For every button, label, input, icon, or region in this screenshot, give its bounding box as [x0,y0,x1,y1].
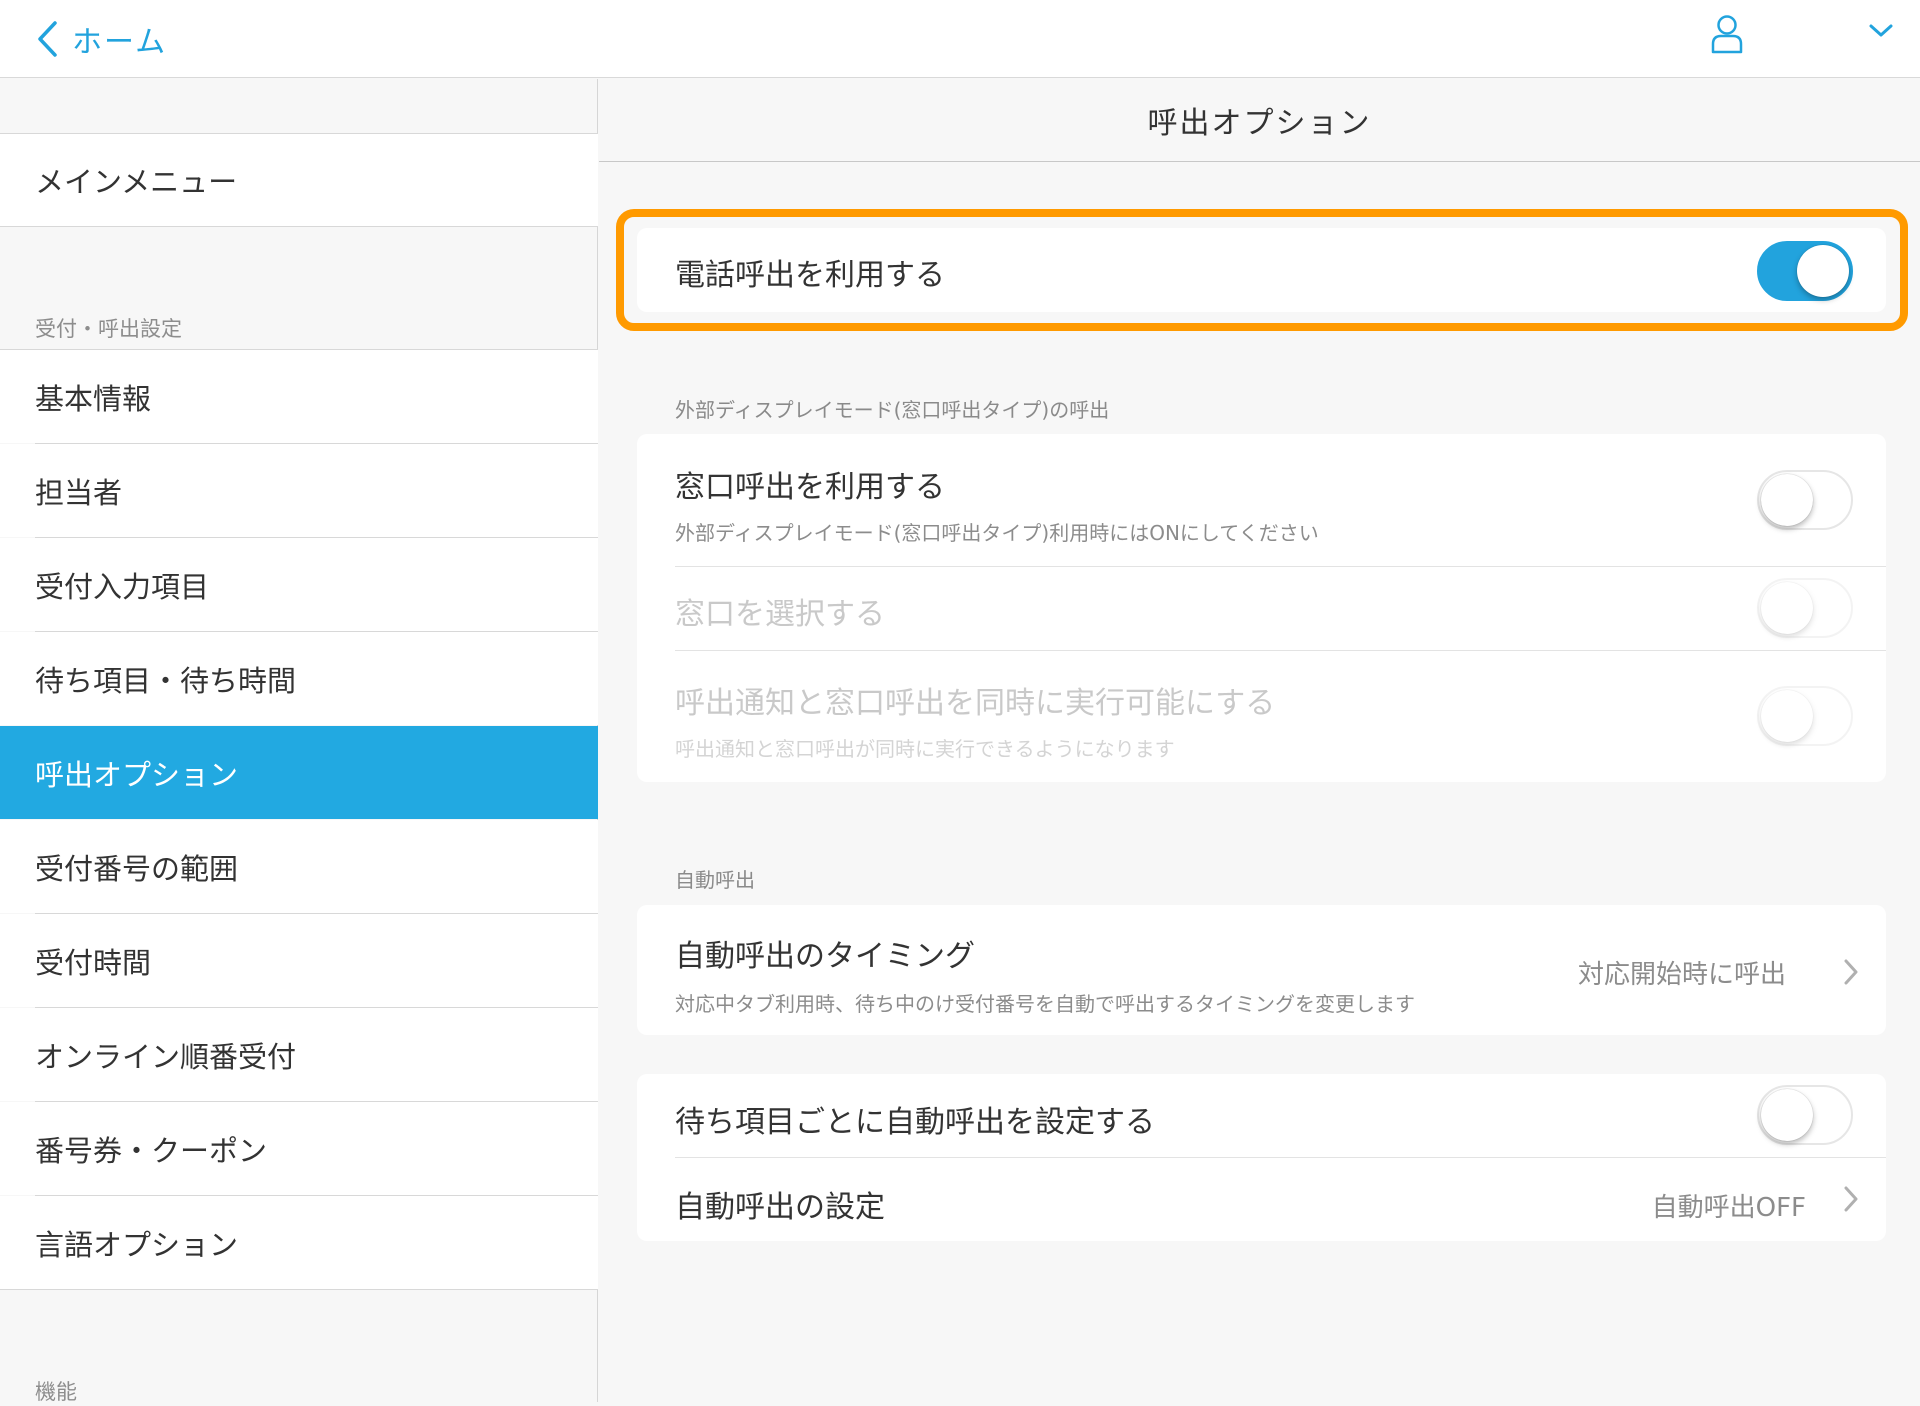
external-display-card: 窓口呼出を利用する 外部ディスプレイモード(窓口呼出タイプ)利用時にはONにして… [637,434,1886,782]
section-header-external-display: 外部ディスプレイモード(窓口呼出タイプ)の呼出 [675,398,1110,422]
page-title: 呼出オプション [1147,106,1372,141]
counter-call-label: 窓口呼出を利用する [675,470,945,505]
sidebar-item-input-fields[interactable]: 受付入力項目 [0,538,598,631]
back-label: ホーム [72,25,168,60]
phone-call-row: 電話呼出を利用する [637,228,1886,312]
chevron-right-icon [1843,959,1859,989]
sidebar-item-online-reception[interactable]: オンライン順番受付 [0,1008,598,1101]
auto-call-timing-description: 対応中タブ利用時、待ち中のけ受付番号を自動で呼出するタイミングを変更します [675,992,1415,1016]
sidebar-item-tickets-coupons[interactable]: 番号券・クーポン [0,1102,598,1195]
simultaneous-call-toggle[interactable] [1757,686,1853,746]
auto-call-settings-card: 待ち項目ごとに自動呼出を設定する 自動呼出の設定 自動呼出OFF [637,1074,1886,1241]
per-item-auto-call-toggle[interactable] [1757,1085,1853,1145]
per-item-auto-call-label: 待ち項目ごとに自動呼出を設定する [675,1105,1155,1140]
sidebar-item-label: 呼出オプション [35,757,239,792]
back-button[interactable]: ホーム [36,10,167,68]
simultaneous-call-label: 呼出通知と窓口呼出を同時に実行可能にする [675,686,1276,721]
counter-call-toggle[interactable] [1757,470,1853,530]
simultaneous-call-description: 呼出通知と窓口呼出が同時に実行できるようになります [675,737,1175,761]
sidebar-item-call-options[interactable]: 呼出オプション [0,726,598,819]
sidebar-item-wait-items[interactable]: 待ち項目・待ち時間 [0,632,598,725]
sidebar-item-label: 受付入力項目 [35,569,210,604]
counter-call-description: 外部ディスプレイモード(窓口呼出タイプ)利用時にはONにしてください [675,521,1319,545]
chevron-down-icon[interactable] [1868,22,1894,44]
chevron-left-icon [36,21,58,57]
sidebar-item-language-options[interactable]: 言語オプション [0,1196,598,1289]
sidebar-item-reception-hours[interactable]: 受付時間 [0,914,598,1007]
sidebar-item-label: オンライン順番受付 [35,1039,297,1074]
auto-call-timing-row[interactable]: 自動呼出のタイミング 対応中タブ利用時、待ち中のけ受付番号を自動で呼出するタイミ… [637,905,1886,1035]
sidebar-item-label: 基本情報 [35,381,152,416]
divider [675,566,1886,567]
user-icon[interactable] [1710,14,1744,58]
sidebar-item-label: 受付時間 [35,945,152,980]
main-header: 呼出オプション [599,79,1920,162]
auto-call-settings-row[interactable]: 自動呼出の設定 自動呼出OFF [637,1158,1886,1241]
divider [675,650,1886,651]
sidebar-item-number-range[interactable]: 受付番号の範囲 [0,820,598,913]
section-header-auto-call: 自動呼出 [675,868,755,892]
top-bar: ホーム [0,0,1920,78]
toggle-knob [1761,582,1813,634]
select-counter-label: 窓口を選択する [675,597,885,632]
phone-call-label: 電話呼出を利用する [675,258,945,293]
auto-call-timing-value: 対応開始時に呼出 [1577,960,1786,990]
toggle-knob [1797,245,1849,297]
auto-call-settings-value: 自動呼出OFF [1651,1193,1806,1223]
select-counter-toggle[interactable] [1757,578,1853,638]
toggle-knob [1761,474,1813,526]
sidebar-item-label: 番号券・クーポン [35,1133,268,1168]
sidebar-item-label: メインメニュー [35,165,238,199]
sidebar-item-label: 担当者 [35,475,123,510]
divider [0,1289,598,1290]
sidebar-item-label: 言語オプション [35,1227,239,1262]
sidebar-item-main-menu[interactable]: メインメニュー [0,134,598,226]
phone-call-toggle[interactable] [1757,241,1853,301]
toggle-knob [1761,690,1813,742]
section-header-reception: 受付・呼出設定 [35,317,182,341]
sidebar: メインメニュー 受付・呼出設定 基本情報 担当者 受付入力項目 待ち項目・待ち時… [0,79,598,1404]
sidebar-item-label: 待ち項目・待ち時間 [35,663,297,698]
sidebar-item-staff[interactable]: 担当者 [0,444,598,537]
auto-call-timing-label: 自動呼出のタイミング [675,939,975,974]
chevron-right-icon [1843,1186,1859,1216]
auto-call-settings-label: 自動呼出の設定 [675,1190,885,1225]
toggle-knob [1761,1089,1813,1141]
sidebar-item-label: 受付番号の範囲 [35,851,239,886]
sidebar-item-basic-info[interactable]: 基本情報 [0,350,598,443]
divider [0,226,598,227]
